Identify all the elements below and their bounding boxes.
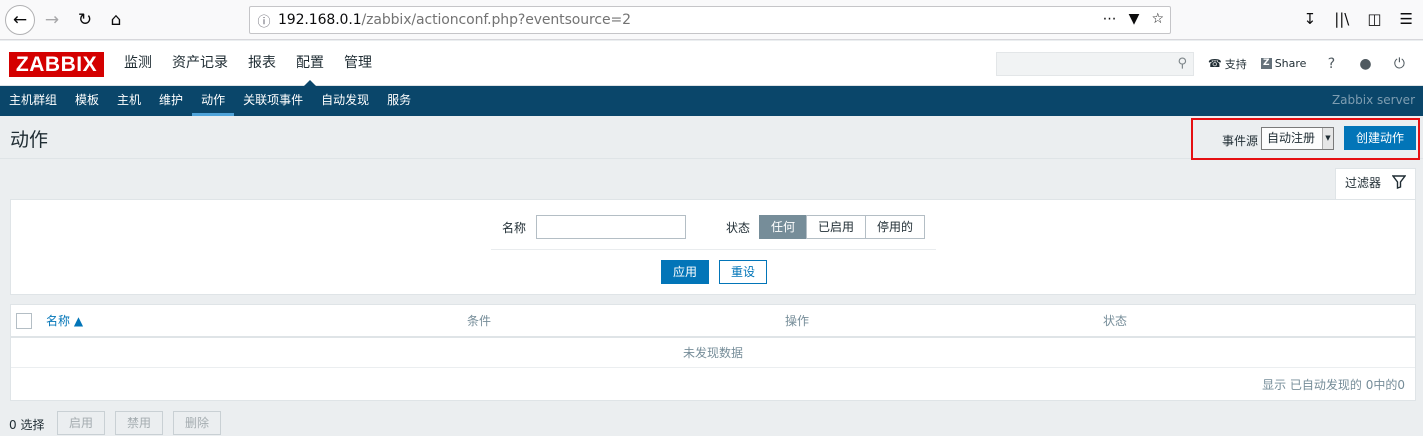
menu-reports[interactable]: 报表	[238, 41, 286, 86]
status-option-any[interactable]: 任何	[759, 215, 808, 239]
url-text: 192.168.0.1/zabbix/actionconf.php?events…	[278, 12, 631, 28]
filter-status-label: 状态	[726, 221, 751, 235]
menu-monitoring[interactable]: 监测	[114, 41, 162, 86]
sign-out-icon[interactable]: ⏻	[1388, 56, 1410, 72]
top-menu: 监测 资产记录 报表 配置 管理	[114, 41, 382, 87]
reload-icon[interactable]: ↻	[71, 6, 99, 34]
apply-button[interactable]: 应用	[661, 260, 709, 284]
no-data-message: 未发现数据	[11, 338, 1415, 368]
zabbix-header: ZABBIX 监测 资产记录 报表 配置 管理 ⚲ ☎ 支持 Z Share ?…	[0, 41, 1423, 87]
subnav-templates[interactable]: 模板	[66, 86, 108, 116]
forward-icon[interactable]: →	[38, 6, 66, 34]
back-icon[interactable]: ←	[5, 5, 35, 35]
help-icon[interactable]: ?	[1320, 56, 1342, 72]
filter-panel: 名称 状态 任何 已启用 停用的 应用 重设	[10, 199, 1416, 295]
menu-configuration[interactable]: 配置	[286, 41, 334, 87]
subnav-services[interactable]: 服务	[378, 86, 420, 116]
info-icon[interactable]: ⓘ	[250, 11, 278, 30]
url-bar[interactable]: ⓘ 192.168.0.1/zabbix/actionconf.php?even…	[249, 6, 1171, 34]
filter-tab[interactable]: 过滤器	[1335, 168, 1416, 200]
search-icon[interactable]: ⚲	[1177, 56, 1187, 71]
share-link[interactable]: Z Share	[1260, 57, 1306, 70]
filter-name-input[interactable]	[536, 215, 686, 239]
browser-toolbar: ← → ↻ ⌂ ⓘ 192.168.0.1/zabbix/actionconf.…	[0, 0, 1423, 40]
filter-name-label: 名称	[502, 221, 527, 235]
more-icon[interactable]: ⋯	[1103, 11, 1117, 27]
server-name: Zabbix server	[1331, 93, 1415, 107]
pocket-icon[interactable]: ▼	[1129, 11, 1140, 27]
menu-inventory[interactable]: 资产记录	[162, 41, 238, 86]
status-option-disabled[interactable]: 停用的	[865, 215, 926, 239]
event-source-label: 事件源	[1222, 134, 1259, 148]
sidebar-icon[interactable]: ◫	[1367, 10, 1381, 28]
column-header-status: 状态	[1103, 314, 1128, 328]
reset-button[interactable]: 重设	[719, 260, 767, 284]
status-segmented-control: 任何 已启用 停用的	[759, 215, 926, 239]
dropdown-arrow-icon: ▼	[1322, 128, 1333, 149]
selected-count: 0 选择	[9, 418, 45, 432]
event-source-select[interactable]: 自动注册 ▼	[1261, 127, 1334, 150]
headset-icon: ☎	[1208, 57, 1222, 70]
subnav-host-groups[interactable]: 主机群组	[0, 86, 66, 116]
zabbix-logo[interactable]: ZABBIX	[9, 52, 104, 77]
share-z-icon: Z	[1260, 58, 1272, 69]
page-title: 动作	[10, 129, 49, 151]
select-all-checkbox[interactable]	[16, 313, 32, 329]
filter-divider	[491, 249, 936, 250]
user-profile-icon[interactable]: ●	[1354, 56, 1376, 72]
library-icon[interactable]: ||\	[1334, 10, 1349, 28]
actions-table: 名称 ▲ 条件 操作 状态 未发现数据 显示 已自动发现的 0中的0	[10, 304, 1416, 401]
hamburger-menu-icon[interactable]: ☰	[1400, 10, 1413, 28]
filter-icon	[1392, 175, 1406, 189]
download-icon[interactable]: ↧	[1304, 10, 1317, 28]
search-input[interactable]: ⚲	[996, 52, 1194, 76]
sub-navigation: 主机群组 模板 主机 维护 动作 关联项事件 自动发现 服务 Zabbix se…	[0, 86, 1423, 116]
home-icon[interactable]: ⌂	[102, 6, 130, 34]
disable-button[interactable]: 禁用	[115, 411, 163, 435]
delete-button[interactable]: 删除	[173, 411, 221, 435]
subnav-hosts[interactable]: 主机	[108, 86, 150, 116]
column-header-name[interactable]: 名称 ▲	[46, 305, 83, 337]
subnav-discovery[interactable]: 自动发现	[312, 86, 378, 116]
paging-info: 显示 已自动发现的 0中的0	[1262, 378, 1405, 392]
column-header-operations: 操作	[785, 314, 810, 328]
enable-button[interactable]: 启用	[57, 411, 105, 435]
status-option-enabled[interactable]: 已启用	[806, 215, 867, 239]
support-link[interactable]: ☎ 支持	[1208, 56, 1247, 72]
create-action-button[interactable]: 创建动作	[1344, 126, 1416, 150]
column-header-conditions: 条件	[467, 314, 492, 328]
subnav-event-correlation[interactable]: 关联项事件	[234, 86, 312, 116]
subnav-maintenance[interactable]: 维护	[150, 86, 192, 116]
subnav-actions[interactable]: 动作	[192, 86, 235, 116]
bookmark-star-icon[interactable]: ☆	[1151, 11, 1164, 27]
menu-administration[interactable]: 管理	[334, 41, 382, 86]
